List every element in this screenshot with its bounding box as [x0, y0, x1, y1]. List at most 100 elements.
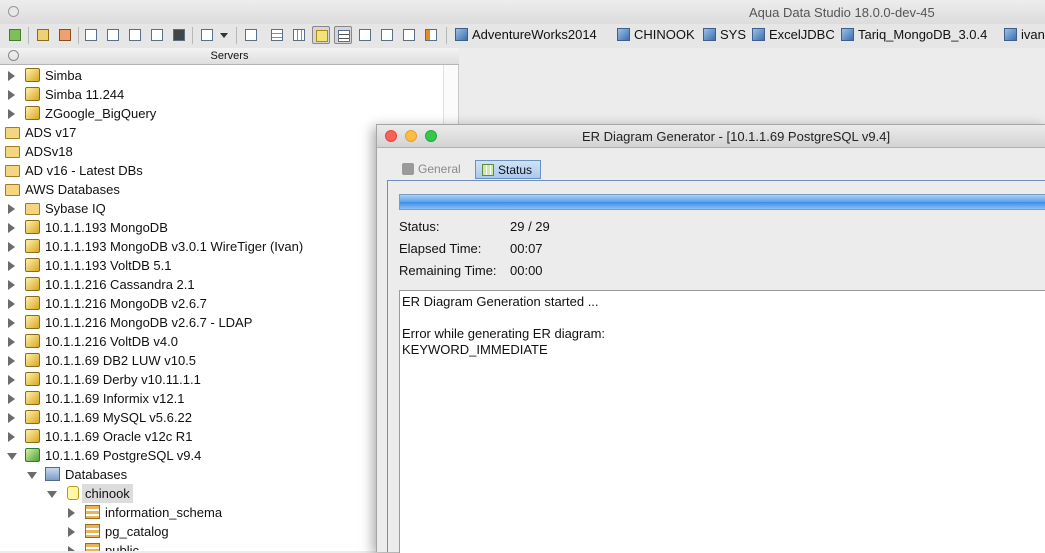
chart-icon[interactable]: [422, 26, 440, 44]
folder-icon: [5, 165, 20, 177]
expand-arrow-icon[interactable]: [8, 375, 15, 385]
elapsed-time-row: Elapsed Time: 00:07: [399, 241, 543, 256]
server-shortcut-chinook[interactable]: CHINOOK: [617, 27, 695, 45]
folder-icon: [5, 127, 20, 139]
server-icon: [25, 68, 40, 82]
expand-arrow-icon[interactable]: [8, 299, 15, 309]
tab-status[interactable]: Status: [475, 160, 542, 179]
schema-icon: [85, 505, 100, 519]
zoom-icon[interactable]: [425, 130, 437, 142]
folder-icon: [25, 203, 40, 215]
expand-arrow-icon[interactable]: [8, 223, 15, 233]
expand-arrow-icon[interactable]: [8, 337, 15, 347]
toolbar-separator: [192, 27, 193, 44]
grid-icon[interactable]: [290, 26, 308, 44]
status-tab-icon: [482, 164, 494, 176]
server-shortcut-sys[interactable]: SYS: [703, 27, 746, 45]
compare-icon[interactable]: [356, 26, 374, 44]
connect-icon[interactable]: [6, 26, 24, 44]
server-icon: [25, 334, 40, 348]
schema-icon: [85, 543, 100, 551]
server-icon: [25, 258, 40, 272]
wand-icon[interactable]: [34, 26, 52, 44]
document-icon[interactable]: [198, 26, 216, 44]
wand-remove-icon[interactable]: [56, 26, 74, 44]
server-icon: [25, 277, 40, 291]
expand-arrow-icon[interactable]: [8, 242, 15, 252]
log-line: ER Diagram Generation started ...: [402, 294, 599, 309]
execute-icon[interactable]: [170, 26, 188, 44]
toolbar-separator: [78, 27, 79, 44]
log-line: Error while generating ER diagram:: [402, 326, 606, 341]
expand-arrow-icon[interactable]: [8, 413, 15, 423]
server-icon: [25, 106, 40, 120]
expand-arrow-icon[interactable]: [8, 280, 15, 290]
expand-arrow-icon[interactable]: [68, 508, 75, 518]
server-shortcut-adventureworks2014[interactable]: AdventureWorks2014: [455, 27, 597, 45]
toolbar-separator: [446, 27, 447, 44]
databases-icon: [45, 467, 60, 481]
server-icon: [25, 372, 40, 386]
server-icon: [25, 239, 40, 253]
schema-icon: [85, 524, 100, 538]
server-shortcut-icon: [752, 28, 765, 41]
server-shortcut-icon: [703, 28, 716, 41]
expand-arrow-icon[interactable]: [8, 261, 15, 271]
collapse-arrow-icon[interactable]: [27, 472, 37, 479]
server-shortcut-icon: [1004, 28, 1017, 41]
log-line: KEYWORD_IMMEDIATE: [402, 342, 548, 357]
dropdown-arrow-icon[interactable]: [218, 26, 230, 44]
collapse-arrow-icon[interactable]: [47, 491, 57, 498]
query-builder-icon[interactable]: [148, 26, 166, 44]
server-shortcut-tariq-mongodb[interactable]: Tariq_MongoDB_3.0.4: [841, 27, 987, 45]
expand-arrow-icon[interactable]: [8, 356, 15, 366]
server-icon: [25, 315, 40, 329]
query-analyzer-icon[interactable]: [126, 26, 144, 44]
server-icon: [25, 220, 40, 234]
server-icon: [25, 410, 40, 424]
expand-arrow-icon[interactable]: [8, 432, 15, 442]
server-shortcut-icon: [617, 28, 630, 41]
window-button-icon[interactable]: [8, 6, 19, 17]
servers-panel-header: Servers: [0, 48, 460, 65]
query-window-icon[interactable]: [104, 26, 122, 44]
close-icon[interactable]: [385, 130, 397, 142]
er-diagram-icon[interactable]: [312, 26, 330, 44]
expand-arrow-icon[interactable]: [8, 109, 15, 119]
expand-arrow-icon[interactable]: [8, 90, 15, 100]
remaining-time-value: 00:00: [510, 263, 543, 278]
servers-panel-title: Servers: [210, 50, 249, 62]
collapse-arrow-icon[interactable]: [7, 453, 17, 460]
expand-arrow-icon[interactable]: [8, 318, 15, 328]
expand-arrow-icon[interactable]: [68, 546, 75, 551]
server-shortcut-icon: [841, 28, 854, 41]
schema-script-icon[interactable]: [378, 26, 396, 44]
panel-close-icon[interactable]: [8, 50, 19, 61]
server-icon: [25, 391, 40, 405]
expand-arrow-icon[interactable]: [8, 71, 15, 81]
folder-icon: [5, 146, 20, 158]
table-grid-icon[interactable]: [334, 26, 352, 44]
query-icon[interactable]: [82, 26, 100, 44]
folder-icon: [5, 184, 20, 196]
database-icon: [67, 486, 79, 500]
server-shortcut-exceljdbc[interactable]: ExcelJDBC: [752, 27, 835, 45]
general-tab-icon: [402, 163, 414, 175]
minimize-icon[interactable]: [405, 130, 417, 142]
tab-general[interactable]: General: [396, 160, 469, 179]
connected-server-icon: [25, 448, 40, 462]
log-output[interactable]: ER Diagram Generation started ... Error …: [399, 290, 1045, 553]
expand-arrow-icon[interactable]: [8, 204, 15, 214]
table-data-icon[interactable]: [268, 26, 286, 44]
expand-arrow-icon[interactable]: [68, 527, 75, 537]
server-shortcut-ivan[interactable]: ivan: [1004, 27, 1045, 45]
server-icon: [25, 296, 40, 310]
notes-icon[interactable]: [242, 26, 260, 44]
toolbar-separator: [28, 27, 29, 44]
expand-arrow-icon[interactable]: [8, 394, 15, 404]
main-toolbar: AdventureWorks2014 CHINOOK SYS ExcelJDBC…: [0, 24, 1045, 49]
server-icon: [25, 429, 40, 443]
server-shortcut-icon: [455, 28, 468, 41]
diff-icon[interactable]: [400, 26, 418, 44]
